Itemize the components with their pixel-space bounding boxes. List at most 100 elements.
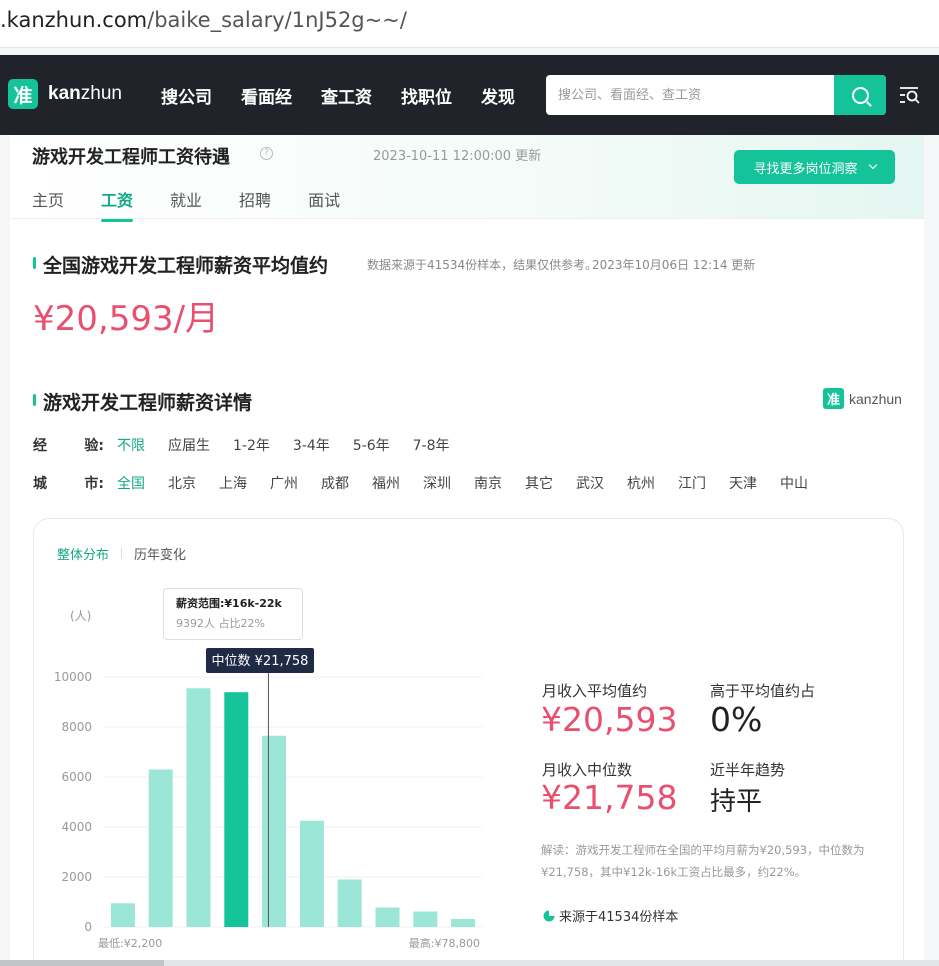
subtab-history[interactable]: 历年变化 bbox=[134, 544, 186, 563]
bar-tooltip: 薪资范围:¥16k-22k 9392人 占比22% bbox=[163, 588, 303, 640]
interpretation-text: 解读：游戏开发工程师在全国的平均月薪为¥20,593，中位数为¥21,758，其… bbox=[541, 843, 865, 879]
city-option[interactable]: 武汉 bbox=[576, 473, 604, 493]
distribution-panel: 整体分布 历年变化 0 2000 4000 6000 8000 10000 (人) 最低:… bbox=[33, 518, 904, 966]
chevron-down-icon bbox=[868, 160, 877, 170]
max-salary-label: 最高:¥78,800 bbox=[409, 936, 480, 950]
brand-text: kanzhun bbox=[849, 390, 902, 407]
average-update-date: 2023年10月06日 12:14 更新 bbox=[592, 258, 756, 272]
list-search-icon[interactable] bbox=[899, 85, 921, 105]
histogram-bar[interactable] bbox=[451, 919, 476, 927]
scrollbar-thumb[interactable] bbox=[0, 960, 164, 966]
city-option[interactable]: 中山 bbox=[780, 473, 808, 493]
city-label: 城市: bbox=[33, 476, 104, 492]
histogram-bar[interactable] bbox=[375, 907, 400, 928]
experience-label: 经验: bbox=[33, 438, 104, 454]
card-header: 游戏开发工程师工资待遇 ? 2023-10-11 12:00:00 更新 寻找更… bbox=[10, 135, 924, 222]
chart-subtabs: 整体分布 历年变化 bbox=[57, 544, 186, 563]
city-option[interactable]: 成都 bbox=[321, 473, 349, 493]
median-monthly-value: ¥21,758 bbox=[541, 778, 678, 817]
nav-link-jobs[interactable]: 找职位 bbox=[401, 83, 452, 108]
histogram-bar[interactable] bbox=[186, 688, 211, 927]
brand-mark: 准 bbox=[823, 388, 844, 409]
city-option[interactable]: 福州 bbox=[372, 473, 400, 493]
nav-links: 搜公司 看面经 查工资 找职位 发现 bbox=[161, 83, 544, 108]
update-time: 2023-10-11 12:00:00 更新 bbox=[373, 149, 542, 164]
y-tick-label: 4000 bbox=[61, 820, 92, 834]
pie-chart-icon bbox=[543, 910, 555, 921]
y-tick-label: 0 bbox=[84, 920, 92, 934]
tab-interview[interactable]: 面试 bbox=[308, 187, 340, 211]
city-option[interactable]: 杭州 bbox=[627, 473, 655, 493]
median-tag: 中位数 ¥21,758 bbox=[206, 648, 314, 673]
search-input[interactable] bbox=[546, 75, 834, 115]
logo-text: kanzhun bbox=[48, 83, 122, 104]
sample-note: 数据来源于41534份样本，结果仅供参考。 bbox=[367, 258, 598, 272]
experience-option[interactable]: 5-6年 bbox=[353, 435, 390, 455]
avg-monthly-value: ¥20,593 bbox=[541, 700, 678, 739]
address-bar[interactable]: .kanzhun.com/baike_salary/1nJ52g~~/ bbox=[0, 0, 939, 48]
above-avg-label: 高于平均值约占 bbox=[710, 682, 816, 700]
y-axis-unit: (人) bbox=[70, 609, 91, 623]
city-option[interactable]: 江门 bbox=[678, 473, 706, 493]
search-box bbox=[546, 75, 886, 115]
histogram-bar[interactable] bbox=[413, 911, 438, 928]
trend-label: 近半年趋势 bbox=[710, 761, 786, 779]
logo-mark: 准 bbox=[8, 79, 38, 109]
help-icon[interactable]: ? bbox=[260, 147, 273, 160]
subtab-overall[interactable]: 整体分布 bbox=[57, 544, 109, 563]
y-tick-label: 8000 bbox=[61, 720, 92, 734]
y-tick-label: 2000 bbox=[61, 870, 92, 884]
above-avg-value: 0% bbox=[710, 700, 763, 739]
experience-option[interactable]: 7-8年 bbox=[413, 435, 450, 455]
avg-monthly-label: 月收入平均值约 bbox=[542, 682, 648, 700]
experience-option[interactable]: 3-4年 bbox=[293, 435, 330, 455]
tab-home[interactable]: 主页 bbox=[32, 187, 64, 211]
search-button[interactable] bbox=[834, 75, 886, 115]
histogram-bar[interactable] bbox=[337, 879, 362, 928]
tab-salary[interactable]: 工资 bbox=[101, 187, 134, 222]
median-monthly-label: 月收入中位数 bbox=[542, 761, 633, 779]
city-option[interactable]: 天津 bbox=[729, 473, 757, 493]
sample-source: 来源于41534份样本 bbox=[543, 906, 678, 925]
city-filter: 城市: 全国 北京 上海 广州 成都 福州 深圳 南京 其它 武汉 杭州 江门 … bbox=[33, 473, 831, 493]
average-title: 全国游戏开发工程师薪资平均值约 bbox=[32, 251, 328, 278]
more-insights-label: 寻找更多岗位洞察 bbox=[753, 161, 858, 177]
median-tag-label: 中位数 ¥21,758 bbox=[212, 654, 309, 669]
histogram-bar[interactable] bbox=[148, 769, 173, 928]
city-option[interactable]: 上海 bbox=[219, 473, 247, 493]
horizontal-scrollbar[interactable] bbox=[0, 960, 939, 966]
url-host: .kanzhun.com bbox=[0, 8, 148, 32]
city-option[interactable]: 其它 bbox=[525, 473, 553, 493]
experience-option[interactable]: 1-2年 bbox=[233, 435, 270, 455]
histogram-bar[interactable] bbox=[224, 692, 249, 927]
sample-source-text: 来源于41534份样本 bbox=[559, 910, 679, 925]
city-option[interactable]: 南京 bbox=[474, 473, 502, 493]
nav-link-salary[interactable]: 查工资 bbox=[321, 83, 372, 108]
histogram-bar[interactable] bbox=[299, 820, 324, 927]
more-insights-button[interactable]: 寻找更多岗位洞察 bbox=[734, 150, 895, 184]
histogram-bar[interactable] bbox=[262, 735, 287, 927]
city-option[interactable]: 北京 bbox=[168, 473, 196, 493]
city-option[interactable]: 全国 bbox=[117, 473, 145, 493]
experience-filter: 经验: 不限 应届生 1-2年 3-4年 5-6年 7-8年 bbox=[33, 435, 473, 455]
url-text[interactable]: .kanzhun.com/baike_salary/1nJ52g~~/ bbox=[0, 8, 407, 32]
tab-recruiting[interactable]: 招聘 bbox=[239, 187, 271, 211]
brand-watermark: 准 kanzhun bbox=[823, 388, 902, 409]
y-axis-ticks: 0 2000 4000 6000 8000 10000 bbox=[54, 670, 92, 934]
experience-option[interactable]: 不限 bbox=[117, 435, 145, 455]
experience-option[interactable]: 应届生 bbox=[168, 435, 210, 455]
search-icon bbox=[851, 86, 869, 104]
details-title: 游戏开发工程师薪资详情 bbox=[32, 388, 252, 415]
city-option[interactable]: 深圳 bbox=[423, 473, 451, 493]
top-nav: 准 kanzhun 搜公司 看面经 查工资 找职位 发现 bbox=[0, 55, 939, 135]
subtab-divider bbox=[121, 548, 123, 559]
trend-value: 持平 bbox=[710, 787, 763, 817]
site-logo[interactable]: 准 kanzhun bbox=[8, 79, 122, 109]
tab-employment[interactable]: 就业 bbox=[170, 187, 202, 211]
nav-link-interviews[interactable]: 看面经 bbox=[241, 83, 292, 108]
chart-bars bbox=[110, 688, 476, 928]
nav-link-discover[interactable]: 发现 bbox=[481, 83, 515, 108]
city-option[interactable]: 广州 bbox=[270, 473, 298, 493]
nav-link-search-company[interactable]: 搜公司 bbox=[161, 83, 212, 108]
histogram-bar[interactable] bbox=[110, 903, 135, 927]
